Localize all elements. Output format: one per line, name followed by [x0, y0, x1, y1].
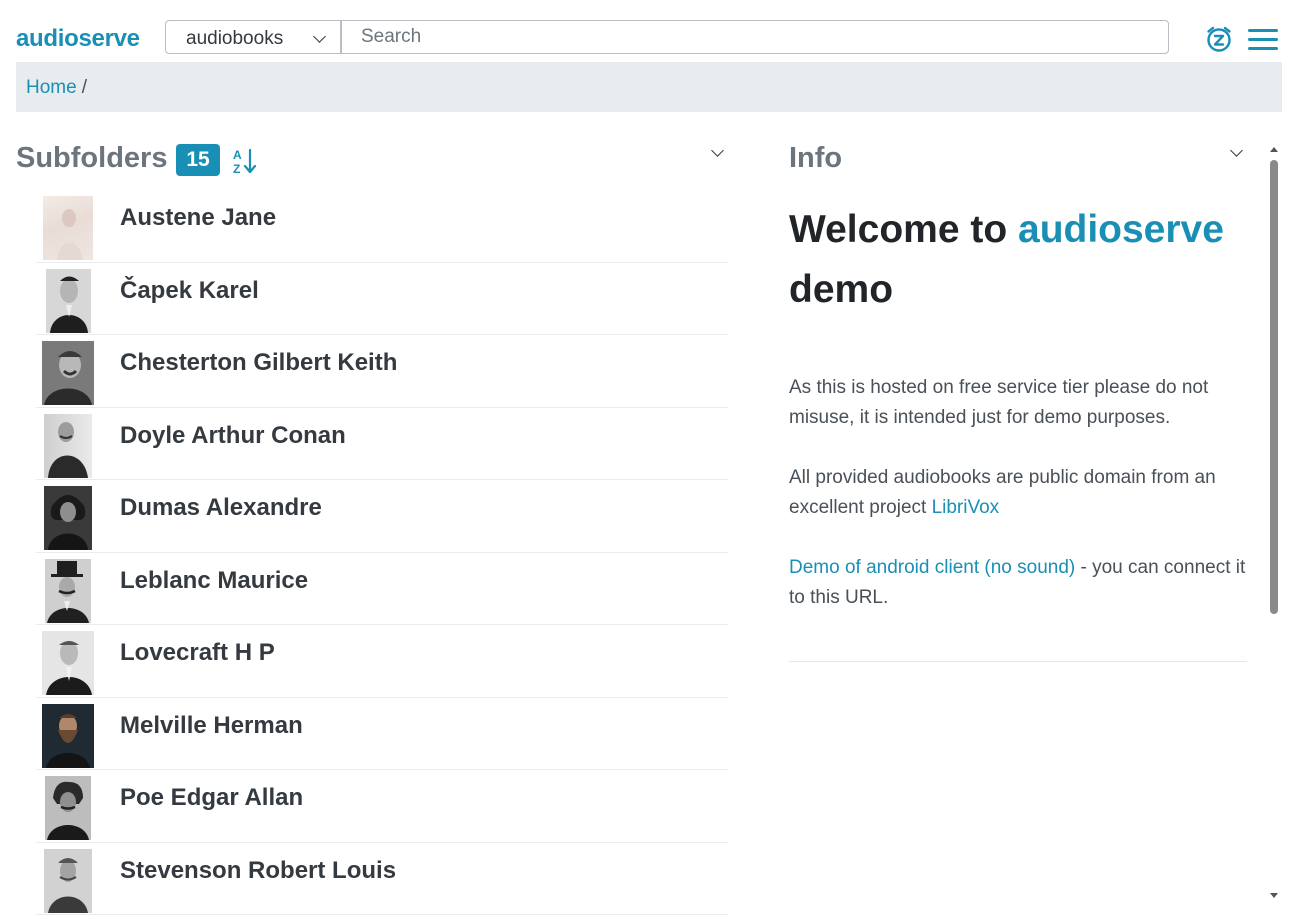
scroll-up-arrow-icon[interactable] — [1270, 147, 1278, 152]
page-scrollbar[interactable] — [1266, 144, 1282, 904]
subfolder-list: Austene Jane Čapek Karel Chesterton Gilb… — [36, 190, 728, 915]
subfolder-item[interactable]: Doyle Arthur Conan — [36, 408, 728, 480]
svg-text:A: A — [233, 148, 242, 162]
sleep-timer-icon[interactable] — [1205, 25, 1233, 53]
welcome-suffix: demo — [789, 268, 894, 311]
info-divider — [789, 661, 1247, 662]
info-paragraph-3: Demo of android client (no sound) - you … — [789, 553, 1247, 613]
folder-thumbnail — [42, 703, 94, 768]
subfolder-name: Leblanc Maurice — [120, 566, 309, 594]
subfolder-item[interactable]: Chesterton Gilbert Keith — [36, 335, 728, 408]
scroll-down-arrow-icon[interactable] — [1270, 893, 1278, 898]
subfolder-name: Lovecraft H P — [120, 639, 275, 666]
hamburger-menu-icon[interactable] — [1248, 29, 1278, 51]
folder-thumbnail — [44, 413, 92, 478]
folder-thumbnail — [46, 268, 91, 333]
android-demo-link[interactable]: Demo of android client (no sound) — [789, 557, 1075, 578]
info-panel: Info Welcome to audioserve demo As this … — [789, 130, 1247, 919]
welcome-prefix: Welcome to — [789, 208, 1008, 251]
subfolder-name: Melville Herman — [120, 711, 303, 739]
breadcrumb: Home / — [16, 62, 1282, 112]
librivox-link[interactable]: LibriVox — [932, 497, 1000, 518]
subfolder-name: Doyle Arthur Conan — [120, 421, 346, 449]
collapse-subfolders-chevron-icon[interactable] — [711, 144, 724, 157]
collection-select-value: audiobooks — [186, 28, 284, 49]
subfolder-item[interactable]: Austene Jane — [36, 190, 728, 263]
folder-thumbnail — [42, 341, 94, 405]
subfolder-item[interactable]: Lovecraft H P — [36, 625, 728, 698]
top-bar: audioserve audiobooks — [0, 0, 1298, 62]
folder-thumbnail — [44, 486, 92, 550]
subfolder-name: Stevenson Robert Louis — [120, 856, 397, 884]
info-paragraph-2: All provided audiobooks are public domai… — [789, 463, 1247, 523]
subfolder-name: Čapek Karel — [120, 276, 259, 304]
folder-thumbnail — [45, 558, 91, 623]
app-brand[interactable]: audioserve — [16, 25, 140, 53]
folder-thumbnail — [43, 196, 93, 260]
collapse-info-chevron-icon[interactable] — [1230, 144, 1243, 157]
folder-thumbnail — [44, 848, 92, 913]
info-paragraph-1: As this is hosted on free service tier p… — [789, 377, 1209, 428]
subfolder-name: Dumas Alexandre — [120, 494, 322, 521]
svg-text:Z: Z — [233, 162, 240, 175]
welcome-heading: Welcome to audioserve demo — [789, 200, 1247, 320]
subfolder-item[interactable]: Leblanc Maurice — [36, 553, 728, 625]
subfolder-item[interactable]: Poe Edgar Allan — [36, 770, 728, 843]
subfolder-item[interactable]: Dumas Alexandre — [36, 480, 728, 553]
folder-thumbnail — [45, 776, 91, 840]
folder-thumbnail — [42, 631, 94, 695]
sort-alpha-icon[interactable]: A Z — [232, 147, 258, 175]
info-paragraph-2-text: All provided audiobooks are public domai… — [789, 467, 1216, 518]
welcome-brand: audioserve — [1018, 208, 1224, 251]
subfolder-item[interactable]: Čapek Karel — [36, 263, 728, 335]
breadcrumb-home-link[interactable]: Home — [26, 77, 77, 98]
subfolders-count-badge: 15 — [176, 144, 220, 176]
collection-select[interactable]: audiobooks — [165, 20, 341, 54]
subfolders-title: Subfolders — [16, 142, 168, 174]
info-title: Info — [789, 142, 843, 174]
subfolder-name: Austene Jane — [120, 204, 277, 231]
subfolder-item[interactable]: Melville Herman — [36, 698, 728, 770]
subfolders-panel: Subfolders 15 A Z Austene Jane Čapek Kar… — [16, 130, 728, 919]
search-input[interactable] — [341, 20, 1169, 54]
chevron-down-icon — [313, 30, 326, 43]
subfolder-name: Chesterton Gilbert Keith — [120, 349, 398, 376]
scrollbar-thumb[interactable] — [1270, 160, 1278, 614]
subfolder-name: Poe Edgar Allan — [120, 784, 304, 811]
breadcrumb-separator: / — [81, 77, 87, 98]
subfolder-item[interactable]: Stevenson Robert Louis — [36, 843, 728, 915]
